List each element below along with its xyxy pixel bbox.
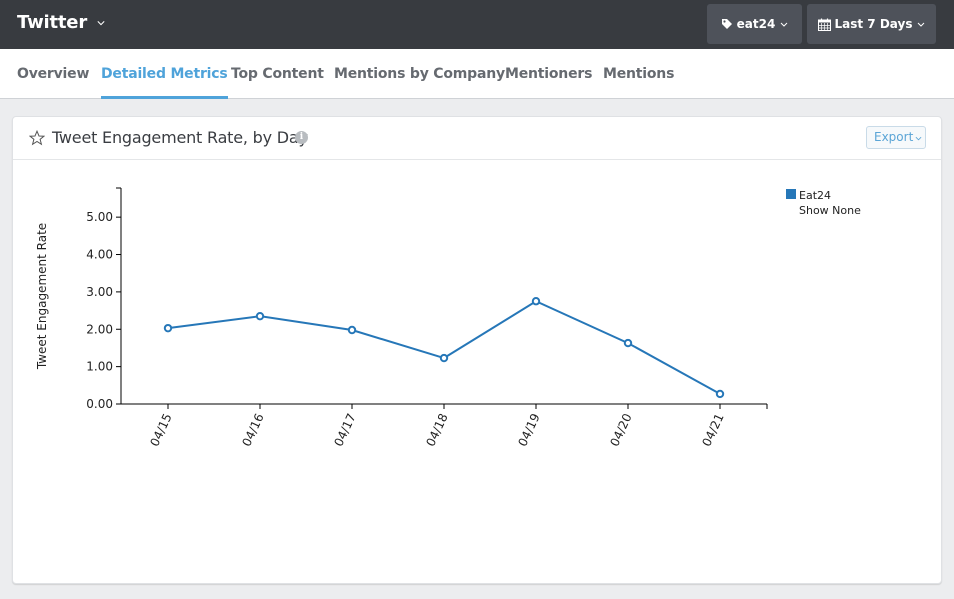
y-tick-label: 2.00 [86,322,113,336]
legend-label-eat24[interactable]: Eat24 [799,189,831,202]
line-chart: 0.00 1.00 2.00 3.00 4.00 5.00 04/15 04/16 04/17… [35,187,861,449]
x-tick-label: 04/17 [331,411,358,448]
x-tick-label: 04/20 [607,411,634,448]
data-point[interactable] [531,297,541,306]
series-group [163,297,725,399]
y-axis: 0.00 1.00 2.00 3.00 4.00 5.00 [86,187,122,411]
x-tick-label: 04/19 [515,411,542,448]
y-tick-label: 1.00 [86,360,113,374]
data-point[interactable] [715,389,725,399]
y-tick-label: 4.00 [86,248,113,262]
data-point[interactable] [255,311,265,321]
data-point[interactable] [623,338,633,348]
series-line-eat24 [167,300,721,395]
x-tick-label: 04/16 [239,411,266,448]
y-tick-label: 0.00 [86,397,113,411]
y-tick-label: 5.00 [86,210,113,224]
data-point[interactable] [439,353,449,363]
data-point[interactable] [347,325,357,335]
x-tick-label: 04/21 [699,411,726,448]
legend-show-none[interactable]: Show None [799,204,861,217]
x-tick-label: 04/15 [147,411,174,448]
x-axis: 04/15 04/16 04/17 04/18 04/19 04/20 04/21 [121,403,768,449]
data-point[interactable] [163,323,173,333]
legend: Eat24 Show None [786,189,861,217]
legend-swatch-eat24[interactable] [786,189,796,199]
x-tick-label: 04/18 [423,411,450,448]
y-tick-label: 3.00 [86,285,113,299]
y-axis-title: Tweet Engagement Rate [35,223,49,370]
